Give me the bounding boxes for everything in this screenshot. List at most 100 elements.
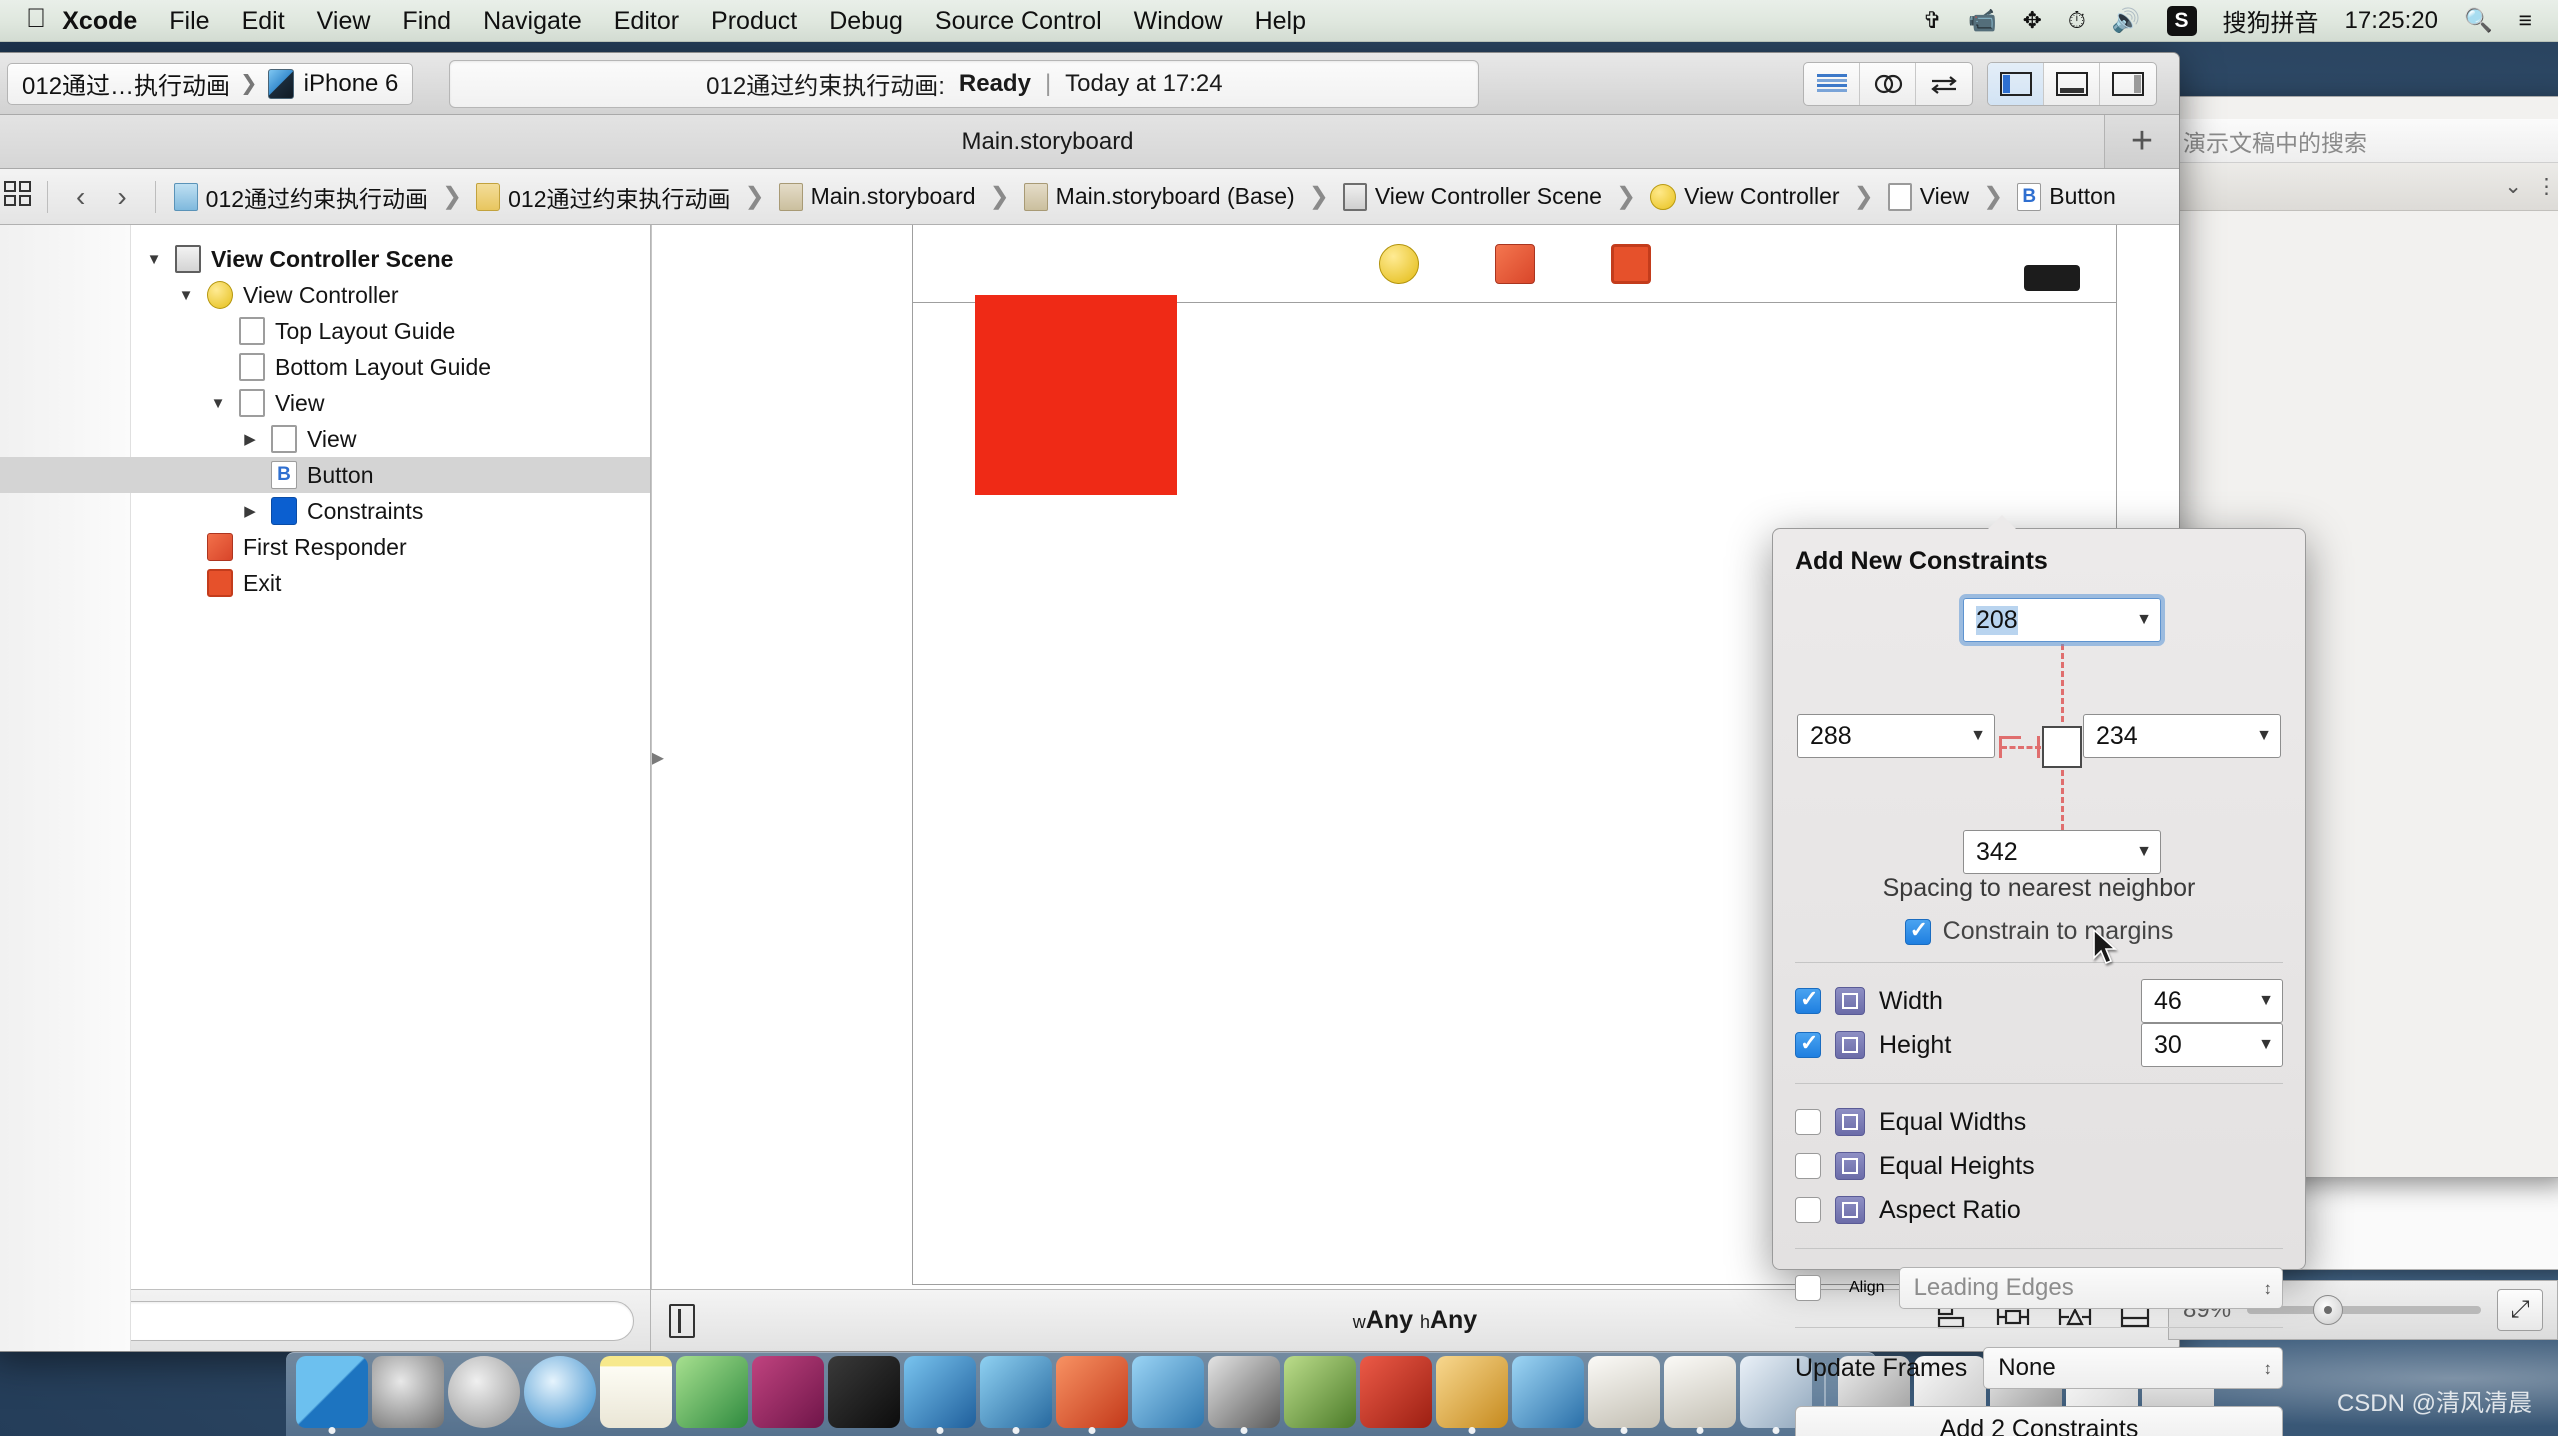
width-constraint-row[interactable]: Width 46 ▼ [1795,979,2283,1023]
xcode-toolbar[interactable]: 012通过…执行动画 ❯ iPhone 6 012通过约束执行动画: Ready… [0,53,2179,115]
mac-menu-bar[interactable]:  Xcode File Edit View Find Navigate Edi… [0,0,2558,42]
menu-item-editor[interactable]: Editor [598,0,695,42]
menu-item-debug[interactable]: Debug [813,0,919,42]
notification-center-icon[interactable]: ≡ [2519,7,2532,34]
breadcrumb-project[interactable]: 012通过约束执行动画 [170,180,432,214]
jump-bar-forward-button[interactable]: › [103,181,140,213]
onenote-icon[interactable] [752,1356,824,1428]
apple-logo-icon[interactable]:  [26,5,46,32]
twisty-icon[interactable]: ▶ [239,430,261,448]
search-icon[interactable]: 🔍 [2464,7,2493,34]
scheme-destination-control[interactable]: 012通过…执行动画 ❯ iPhone 6 [7,62,414,105]
jump-bar-back-button[interactable]: ‹ [62,181,99,213]
input-method-label[interactable]: 搜狗拼音 [2223,3,2319,38]
breadcrumb-folder[interactable]: 012通过约束执行动画 [472,180,734,214]
scheme-name[interactable]: 012通过…执行动画 [22,66,230,101]
notes-icon[interactable] [600,1356,672,1428]
outline-row-view-controller[interactable]: ▼ View Controller [0,277,650,313]
breadcrumb-storyboard[interactable]: Main.storyboard [775,182,980,211]
terminal-icon[interactable] [828,1356,900,1428]
mac-dock[interactable] [286,1352,2214,1436]
powerpoint-icon[interactable] [1056,1356,1128,1434]
outline-row-constraints[interactable]: ▶ Constraints [0,493,650,529]
finder-icon[interactable] [296,1356,368,1434]
menu-item-xcode[interactable]: Xcode [46,0,153,42]
spacing-constraints-grid[interactable]: 208 ▼ 288 ▼ 234 ▼ 342 ▼ [1795,594,2283,878]
launchpad-icon[interactable] [448,1356,520,1428]
snipaste-icon[interactable] [1132,1356,1204,1428]
menu-bar-clock[interactable]: 17:25:20 [2345,7,2438,35]
align-row[interactable]: Align Leading Edges ↕ [1795,1265,2283,1311]
debug-area-toggle-icon[interactable] [2044,62,2100,105]
simulator-icon[interactable] [980,1356,1052,1434]
time-machine-icon[interactable]: ⏱ [2068,7,2086,34]
height-value-field[interactable]: 30 ▼ [2141,1023,2283,1067]
word-icon[interactable] [1512,1356,1584,1428]
screen-record-icon[interactable]: 📹 [1968,7,1997,34]
first-responder-icon[interactable] [1494,243,1535,284]
canvas-collapse-handle-icon[interactable]: ▶ [652,742,664,773]
equal-widths-row[interactable]: Equal Widths [1795,1100,2283,1144]
background-window-search-field[interactable]: 演示文稿中的搜索 [2169,119,2558,163]
xcode-tab-bar[interactable]: Main.storyboard + [0,115,2179,169]
add-tab-button[interactable]: + [2105,115,2179,168]
outline-row-view-controller-scene[interactable]: ▼ View Controller Scene [0,241,650,277]
twisty-icon[interactable]: ▶ [239,502,261,520]
menu-item-source-control[interactable]: Source Control [919,0,1118,42]
menu-item-product[interactable]: Product [695,0,813,42]
zoom-slider-knob[interactable] [2312,1295,2343,1325]
equal-heights-checkbox[interactable] [1795,1153,1821,1179]
excel-icon[interactable] [676,1356,748,1428]
menu-item-view[interactable]: View [301,0,387,42]
tool-icon[interactable] [1436,1356,1508,1434]
menu-item-file[interactable]: File [153,0,225,42]
outline-row-view-child[interactable]: ▶ View [0,421,650,457]
view-controller-icon[interactable] [1378,243,1419,284]
add-constraints-button[interactable]: Add 2 Constraints [1795,1406,2283,1436]
version-editor-icon[interactable] [1916,63,1972,105]
add-new-constraints-popover[interactable]: Add New Constraints 208 ▼ 288 ▼ 234 ▼ 34… [1772,515,2306,1436]
scene-dock[interactable] [913,225,2116,303]
equal-widths-checkbox[interactable] [1795,1109,1821,1135]
imovie-icon[interactable] [1208,1356,1280,1434]
view-toggle-segmented-control[interactable] [1987,61,2157,106]
safari-icon[interactable] [524,1356,596,1428]
breadcrumb-scene[interactable]: View Controller Scene [1339,182,1606,211]
menu-item-navigate[interactable]: Navigate [467,0,598,42]
pages-icon[interactable] [1664,1356,1736,1434]
top-spacing-field[interactable]: 208 ▼ [1959,594,2165,646]
aspect-ratio-row[interactable]: Aspect Ratio [1795,1188,2283,1232]
breadcrumb-view[interactable]: View [1884,182,1973,211]
breadcrumb-button[interactable]: B Button [2013,182,2120,211]
menu-bar-status-items[interactable]: ✞ 📹 ✥ ⏱ 🔊 S 搜狗拼音 17:25:20 🔍 ≡ [1923,3,2558,38]
aspect-ratio-checkbox[interactable] [1795,1197,1821,1223]
trailing-spacing-field[interactable]: 234 ▼ [2083,714,2281,758]
outline-tree[interactable]: ▼ View Controller Scene ▼ View Controlle… [0,225,650,1289]
chevron-down-icon[interactable]: ▼ [2136,611,2152,629]
background-window-toolbar[interactable]: ⌄ ⋮ [2169,163,2558,211]
jump-bar[interactable]: ‹ › 012通过约束执行动画 ❯ 012通过约束执行动画 ❯ Main.sto… [0,169,2179,225]
stepper-icon[interactable]: ↕ [2264,1360,2273,1377]
document-outline-panel[interactable]: ▼ View Controller Scene ▼ View Controlle… [0,225,651,1351]
outline-row-button[interactable]: ▶ B Button [0,457,650,493]
height-constraint-row[interactable]: Height 30 ▼ [1795,1023,2283,1067]
outline-row-top-layout-guide[interactable]: ▶ Top Layout Guide [0,313,650,349]
chevron-down-icon[interactable]: ▼ [2136,843,2152,861]
keynote-icon[interactable] [1588,1356,1660,1434]
related-files-icon[interactable] [3,180,33,214]
chevron-down-icon[interactable]: ▼ [1970,727,1986,745]
width-value-field[interactable]: 46 ▼ [2141,979,2283,1023]
fit-screen-icon[interactable]: ⤢ [2497,1289,2543,1331]
chevron-down-icon[interactable]: ⌄ [2504,174,2522,199]
constrain-to-margins-checkbox[interactable] [1904,917,1931,945]
twisty-icon[interactable]: ▼ [207,395,229,412]
utilities-toggle-icon[interactable] [2100,63,2156,105]
standard-editor-icon[interactable] [1804,62,1860,105]
system-preferences-icon[interactable] [372,1356,444,1428]
destination-name[interactable]: iPhone 6 [304,70,399,98]
tab-main-storyboard[interactable]: Main.storyboard [0,115,2105,168]
exit-icon[interactable] [1610,243,1651,284]
menu-item-find[interactable]: Find [386,0,467,42]
twisty-icon[interactable]: ▼ [143,251,165,268]
volume-icon[interactable]: 🔊 [2112,7,2141,34]
